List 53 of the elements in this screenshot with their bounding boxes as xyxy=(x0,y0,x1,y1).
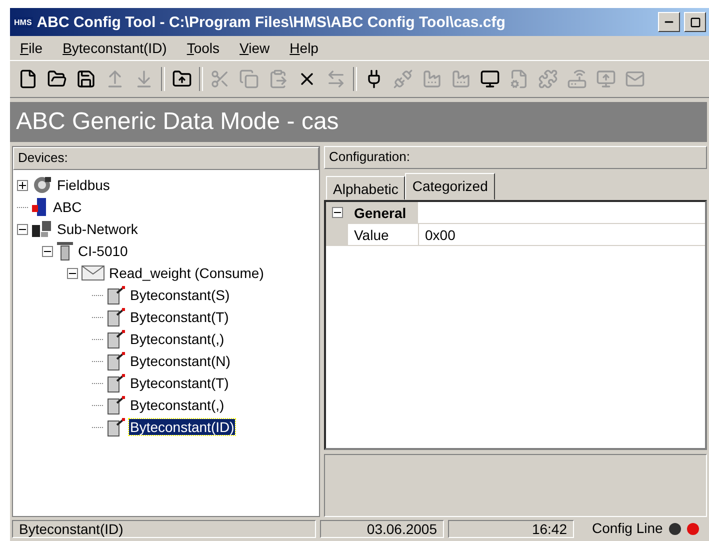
tree-item[interactable]: Read_weight (Consume) xyxy=(108,265,265,281)
constant-icon xyxy=(106,373,126,393)
property-name: Value xyxy=(348,224,419,245)
menu-item[interactable]: Byteconstant(ID) xyxy=(54,40,175,56)
constant-icon xyxy=(106,329,126,349)
tree-item[interactable]: Byteconstant(,) xyxy=(129,397,226,413)
collapse-toggle[interactable] xyxy=(17,224,28,234)
tree-item[interactable]: CI-5010 xyxy=(77,243,129,259)
envelope-icon xyxy=(81,265,105,281)
expand-toggle[interactable] xyxy=(17,180,28,190)
constant-icon xyxy=(106,285,126,305)
constant-icon xyxy=(106,417,126,437)
property-value[interactable]: 0x00 xyxy=(419,226,456,242)
device-module-icon xyxy=(31,197,49,217)
collapse-toggle[interactable] xyxy=(332,207,342,218)
tree-item[interactable]: ABC xyxy=(52,199,83,215)
constant-icon xyxy=(106,351,126,371)
collapse-toggle[interactable] xyxy=(42,246,53,256)
collapse-toggle[interactable] xyxy=(67,268,78,278)
tree-item[interactable]: Byteconstant(T) xyxy=(129,375,230,391)
app-logo: HMS xyxy=(13,16,33,28)
tree-item[interactable]: Fieldbus xyxy=(56,177,111,193)
network-device-icon xyxy=(31,175,53,195)
constant-icon xyxy=(106,395,126,415)
tab[interactable]: Alphabetic xyxy=(326,176,406,200)
menu-item[interactable]: Tools xyxy=(178,40,228,56)
menu-item[interactable]: Help xyxy=(282,40,326,56)
minimize-button[interactable] xyxy=(658,12,680,32)
network-icon xyxy=(31,219,53,239)
pane-header: Configuration: xyxy=(324,146,707,169)
menu-item[interactable]: File xyxy=(12,40,51,56)
menu-item[interactable]: View xyxy=(232,40,278,56)
plus-icon xyxy=(19,182,26,188)
minus-icon xyxy=(334,209,340,216)
category-name: General xyxy=(348,202,418,223)
tree-item[interactable]: Byteconstant(N) xyxy=(129,353,232,369)
tree-item[interactable]: Byteconstant(ID) xyxy=(129,419,236,435)
tree-item[interactable]: Sub-Network xyxy=(56,221,139,237)
tab[interactable]: Categorized xyxy=(405,173,495,200)
pane-header: Devices: xyxy=(13,147,319,170)
constant-icon xyxy=(106,307,126,327)
tree-item[interactable]: Byteconstant(S) xyxy=(129,287,231,303)
status-line: Config Line xyxy=(592,520,663,538)
maximize-button[interactable] xyxy=(684,12,706,32)
tree-item[interactable]: Byteconstant(T) xyxy=(129,309,230,325)
node-icon xyxy=(56,241,74,261)
status-time: 16:42 xyxy=(448,520,574,538)
mode-banner: ABC Generic Data Mode - cas xyxy=(10,102,707,142)
status-text: Byteconstant(ID) xyxy=(12,520,316,538)
maximize-icon xyxy=(690,16,700,28)
window-title: ABC Config Tool - C:\Program Files\HMS\ABC Config Tool\cas.cfg xyxy=(36,14,506,30)
tree-item[interactable]: Byteconstant(,) xyxy=(129,331,226,347)
status-date: 03.06.2005 xyxy=(320,520,444,538)
